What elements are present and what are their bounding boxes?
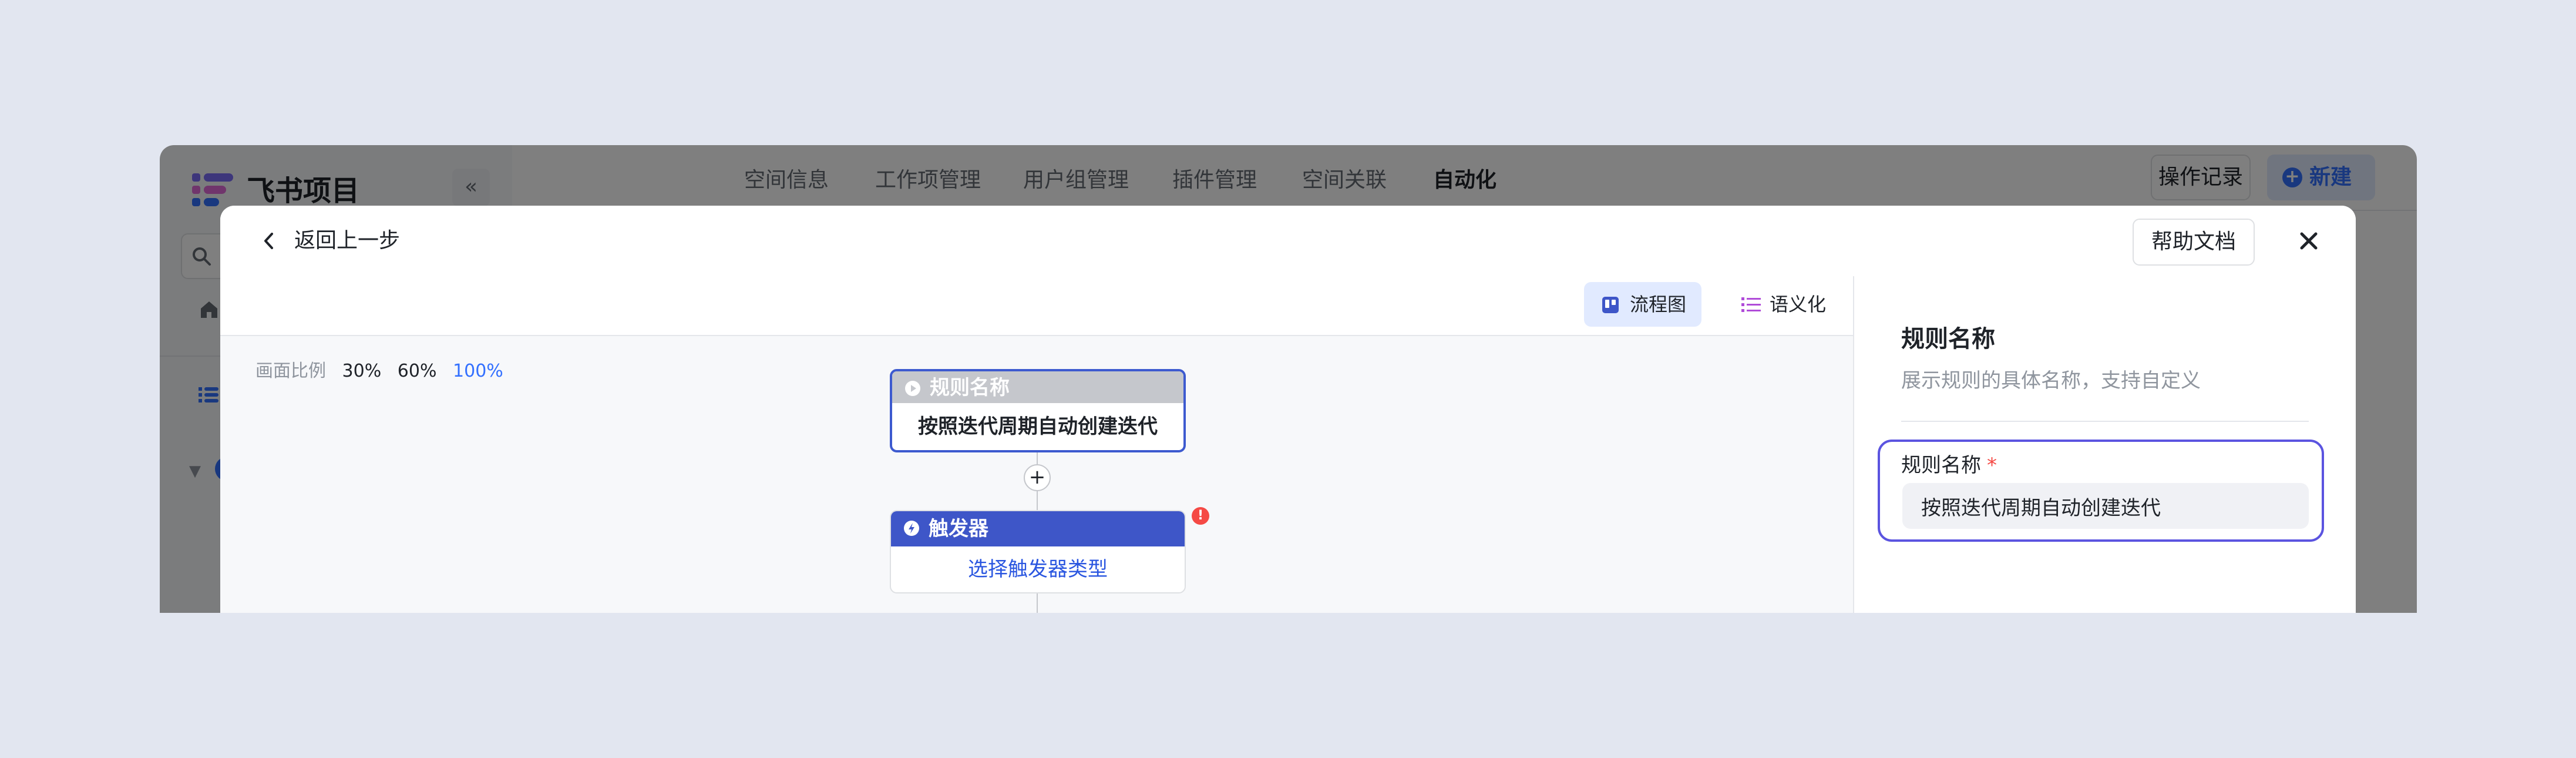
panel-divider: [1901, 421, 2309, 422]
zoom-30[interactable]: 30%: [342, 361, 382, 381]
connector-line: [1037, 491, 1038, 510]
rule-name-field-label: 规则名称 *: [1901, 449, 1997, 478]
zoom-60[interactable]: 60%: [398, 361, 437, 381]
zoom-label: 画面比例: [255, 361, 326, 381]
flowchart-view-label: 流程图: [1630, 293, 1687, 316]
close-icon[interactable]: [2297, 229, 2321, 253]
rule-name-node[interactable]: 规则名称 按照迭代周期自动创建迭代: [890, 369, 1186, 452]
select-trigger-type-link[interactable]: 选择触发器类型: [891, 546, 1185, 592]
rule-node-value: 按照迭代周期自动创建迭代: [918, 415, 1158, 438]
field-label-text: 规则名称: [1901, 454, 1981, 477]
chevron-left-icon: [264, 233, 273, 249]
error-badge-icon: !: [1192, 507, 1209, 525]
required-mark: *: [1987, 454, 1997, 477]
flowchart-view-button[interactable]: 流程图: [1584, 282, 1701, 327]
zoom-controls: 画面比例 30% 60% 100%: [255, 356, 514, 382]
rule-name-field: 规则名称 *: [1878, 440, 2324, 542]
help-docs-button[interactable]: 帮助文档: [2133, 219, 2255, 266]
panel-description: 展示规则的具体名称，支持自定义: [1901, 369, 2201, 393]
zoom-100[interactable]: 100%: [453, 361, 503, 381]
rule-node-header: 规则名称: [892, 371, 1183, 403]
list-icon: [1741, 297, 1761, 312]
connector-line: [1037, 593, 1038, 613]
connector-line: [1037, 452, 1038, 464]
flow-canvas[interactable]: 流程图 语义化 画面比例 30% 60% 100% 规则名称 按照迭代周期自动创…: [220, 276, 1854, 613]
add-step-button[interactable]: +: [1024, 464, 1051, 491]
panel-title: 规则名称: [1901, 326, 1995, 353]
flowchart-icon: [1602, 297, 1619, 313]
play-circle-icon: [905, 381, 920, 396]
modal-header: 返回上一步 帮助文档: [220, 206, 2356, 277]
back-label: 返回上一步: [294, 229, 401, 253]
lightning-icon: [904, 521, 919, 536]
semantic-view-label: 语义化: [1770, 293, 1827, 316]
trigger-node-header: 触发器: [891, 511, 1185, 546]
trigger-node[interactable]: 触发器 选择触发器类型: [890, 510, 1186, 593]
semantic-view-button[interactable]: 语义化: [1724, 282, 1841, 327]
trigger-node-title: 触发器: [929, 517, 988, 541]
config-panel: 规则名称 展示规则的具体名称，支持自定义 规则名称 *: [1854, 276, 2356, 613]
rule-node-title: 规则名称: [930, 376, 1010, 400]
rule-name-input[interactable]: [1902, 483, 2309, 529]
automation-rule-modal: 返回上一步 帮助文档 流程图 语义化 画面比例 30% 60% 100% 规则名…: [220, 206, 2356, 613]
view-toolbar: 流程图 语义化: [220, 276, 1853, 336]
